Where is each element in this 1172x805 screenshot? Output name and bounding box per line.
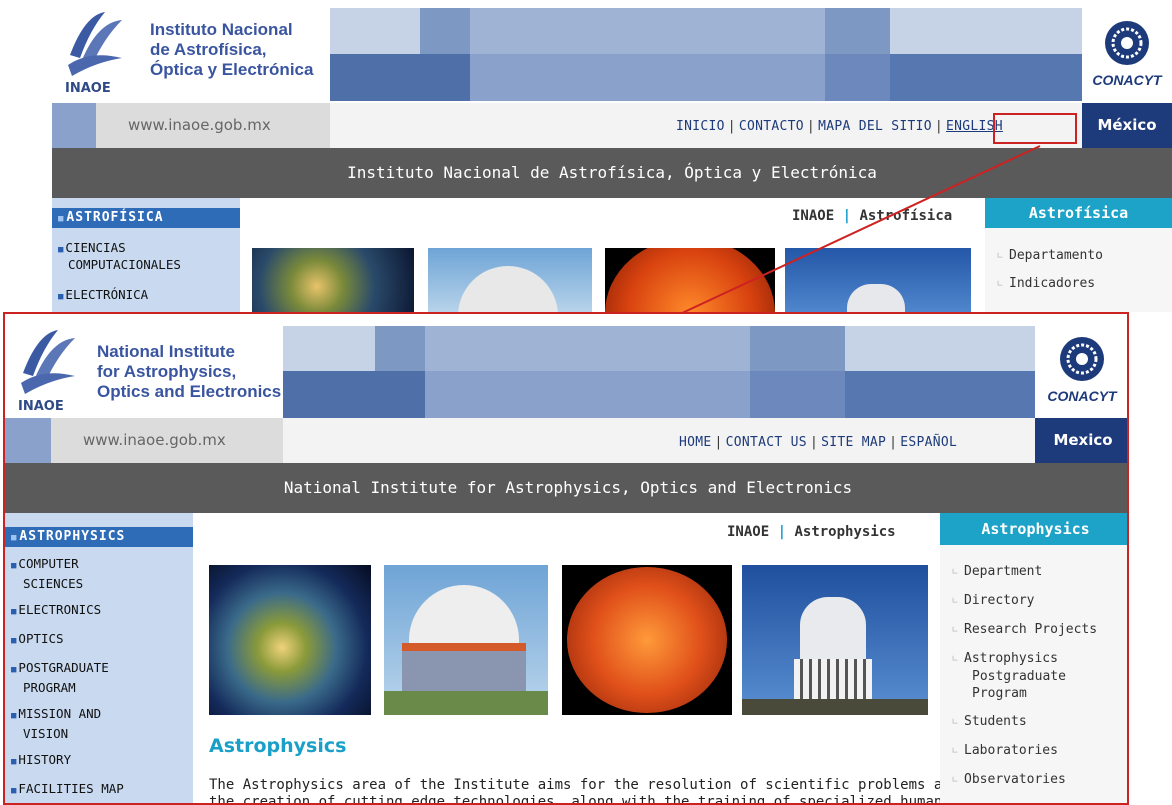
banner-decoration — [283, 326, 1035, 418]
left-nav-computer-sciences[interactable]: ■ COMPUTER SCIENCES — [11, 555, 83, 592]
breadcrumb-current: Astrophysics — [794, 524, 896, 540]
paragraph-line: The Astrophysics area of the Institute a… — [209, 777, 960, 793]
institute-line: Optics and Electronics — [97, 382, 282, 401]
right-panel-postgraduate[interactable]: ∟ Astrophysics Postgraduate Program — [952, 650, 1066, 702]
institute-line: for Astrophysics, — [97, 362, 237, 381]
observatory-dome-photo — [384, 565, 548, 715]
conacyt-seal-icon — [1060, 337, 1104, 381]
conacyt-label: CONACYT — [1047, 388, 1117, 404]
nav-site-map[interactable]: SITE MAP — [821, 435, 886, 450]
nav-contact-us[interactable]: CONTACT US — [726, 435, 807, 450]
left-nav: ■ ASTROPHYSICS ■ COMPUTER SCIENCES ■ ELECTRO… — [5, 513, 193, 803]
nav-espanol-link[interactable]: ESPAÑOL — [900, 435, 957, 450]
site-title-band: National Institute for Astrophysics, Opt… — [5, 463, 1127, 513]
left-nav-active[interactable]: ■ ASTROPHYSICS — [5, 527, 193, 547]
conacyt-logo[interactable]: CONACYT — [1037, 334, 1127, 414]
top-nav: HOME | CONTACT US | SITE MAP | ESPAÑOL — [679, 435, 958, 450]
inaoe-logo-icon: INAOE — [18, 330, 75, 414]
nav-home[interactable]: HOME — [679, 435, 712, 450]
left-nav-electronics[interactable]: ■ ELECTRONICS — [11, 601, 101, 621]
right-panel-research-projects[interactable]: ∟ Research Projects — [952, 621, 1097, 639]
right-panel-observatories[interactable]: ∟ Observatories — [952, 771, 1066, 789]
intro-paragraph: The Astrophysics area of the Institute a… — [209, 777, 960, 805]
url-bar-accent — [5, 418, 51, 463]
institute-name-en: National Institute for Astrophysics, Opt… — [97, 342, 297, 402]
telescope-tower-photo — [742, 565, 928, 715]
left-nav-history[interactable]: ■ HISTORY — [11, 751, 71, 771]
right-panel-directory[interactable]: ∟ Directory — [952, 592, 1034, 610]
sun-photo — [562, 565, 732, 715]
right-panel-department[interactable]: ∟ Department — [952, 563, 1042, 581]
left-nav-postgraduate[interactable]: ■ POSTGRADUATE PROGRAM — [11, 659, 109, 696]
right-panel-title: Astrophysics — [940, 513, 1127, 545]
left-nav-mission[interactable]: ■ MISSION AND VISION — [11, 705, 101, 742]
section-title: Astrophysics — [209, 735, 347, 757]
logo-text: INAOE — [18, 399, 64, 413]
right-panel: ∟ Department ∟ Directory ∟ Research Project… — [940, 545, 1127, 803]
left-nav-facilities-map[interactable]: ■ FACILITIES MAP — [11, 780, 124, 800]
mexico-badge[interactable]: Mexico — [1035, 418, 1127, 463]
breadcrumb: INAOE | Astrophysics — [727, 524, 896, 540]
right-panel-students[interactable]: ∟ Students — [952, 713, 1027, 731]
paragraph-line: the creation of cutting edge technologie… — [209, 794, 943, 805]
breadcrumb-home[interactable]: INAOE — [727, 524, 769, 540]
english-page-frame: INAOE National Institute for Astrophysic… — [3, 312, 1129, 805]
site-url: www.inaoe.gob.mx — [83, 431, 226, 449]
left-nav-optics[interactable]: ■ OPTICS — [11, 630, 64, 650]
nebula-photo — [209, 565, 371, 715]
institute-line: National Institute — [97, 342, 235, 361]
inaoe-logo[interactable]: INAOE — [13, 328, 85, 414]
right-panel-laboratories[interactable]: ∟ Laboratories — [952, 742, 1058, 760]
